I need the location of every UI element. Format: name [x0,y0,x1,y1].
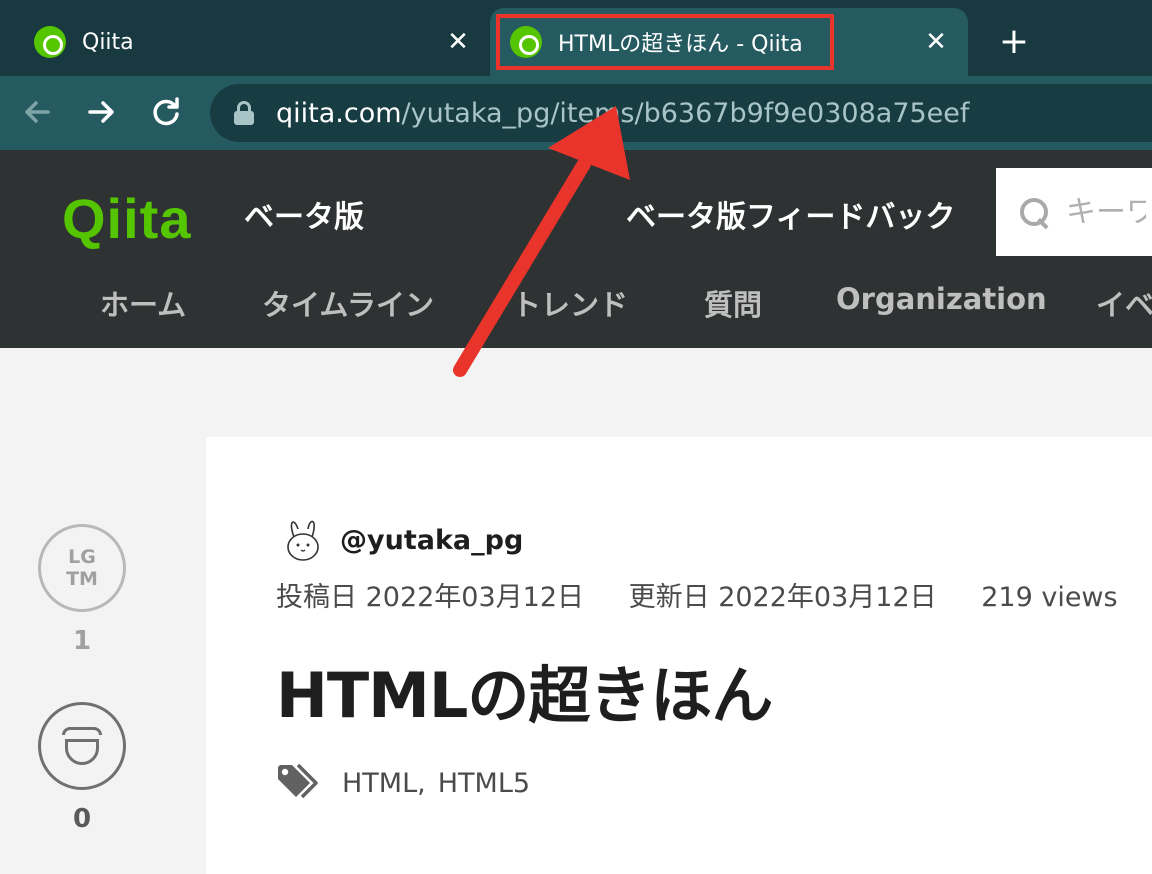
view-count: 219 views [981,582,1118,613]
qiita-logo[interactable]: Qiita [62,186,191,251]
beta-feedback-link[interactable]: ベータ版フィードバック [626,192,955,236]
nav-events[interactable]: イベ [1096,282,1152,324]
address-bar[interactable]: qiita.com/yutaka_pg/items/b6367b9f9e0308… [210,84,1152,142]
tag-list: HTML, HTML5 [276,763,530,803]
nav-trend[interactable]: トレンド [512,282,628,324]
tag-icon [276,763,324,803]
tab-close-icon[interactable]: ✕ [444,28,472,56]
stock-count: 0 [72,804,92,834]
url-host: qiita.com [276,97,402,129]
article-sidebar: LG TM 1 0 [0,348,206,874]
qiita-favicon-icon [34,26,66,58]
new-tab-icon[interactable]: + [998,22,1030,62]
qiita-header: Qiita ベータ版 ベータ版フィードバック ホーム タイムライン トレンド 質… [0,150,1152,348]
search-box[interactable] [996,168,1152,256]
author-block[interactable]: @yutaka_pg [280,517,523,563]
search-input[interactable] [1066,194,1146,230]
posted-date: 投稿日 2022年03月12日 [276,582,585,613]
url-text[interactable]: qiita.com/yutaka_pg/items/b6367b9f9e0308… [276,98,969,129]
lgtm-text-line1: LG [68,546,96,568]
lgtm-icon: LG TM [66,546,98,590]
back-arrow-icon[interactable] [18,92,58,132]
lgtm-button[interactable]: LG TM [38,524,126,612]
article-meta: 投稿日 2022年03月12日 更新日 2022年03月12日 219 view… [276,575,1152,614]
beta-label: ベータ版 [244,200,364,235]
tab-close-icon[interactable]: ✕ [922,28,950,56]
article-card: @yutaka_pg 投稿日 2022年03月12日 更新日 2022年03月1… [206,437,1152,874]
qiita-favicon-icon [510,26,542,58]
tag-separator: , [417,767,426,799]
reload-icon[interactable] [146,92,186,132]
tab-qiita[interactable]: Qiita ✕ [0,8,490,76]
updated-date: 更新日 2022年03月12日 [628,582,937,613]
browser-toolbar: qiita.com/yutaka_pg/items/b6367b9f9e0308… [0,76,1152,150]
browser-tab-bar: Qiita ✕ HTMLの超きほん - Qiita ✕ + [0,0,1152,76]
article-title: HTMLの超きほん [276,659,773,732]
nav-timeline[interactable]: タイムライン [262,282,434,324]
forward-arrow-icon[interactable] [82,92,122,132]
tab-title: HTMLの超きほん - Qiita [558,32,803,57]
stock-button[interactable] [38,702,126,790]
tab-title: Qiita [82,29,134,55]
nav-organization[interactable]: Organization [836,282,1047,316]
author-name[interactable]: @yutaka_pg [340,525,523,556]
lgtm-count: 1 [72,626,92,656]
nav-home[interactable]: ホーム [100,282,186,324]
stock-icon [62,727,102,765]
url-path: /yutaka_pg/items/b6367b9f9e0308a75eef [401,97,970,129]
lgtm-text-line2: TM [66,568,98,590]
tag-html[interactable]: HTML [342,768,417,799]
search-icon [1018,196,1050,228]
nav-questions[interactable]: 質問 [704,282,762,324]
annotation-highlight-box: HTMLの超きほん - Qiita [496,14,834,70]
lock-icon [234,101,254,125]
tag-html5[interactable]: HTML5 [438,768,530,799]
main-nav: ホーム タイムライン トレンド 質問 Organization イベ [0,282,1152,330]
tab-article[interactable]: HTMLの超きほん - Qiita ✕ [490,8,968,76]
avatar[interactable] [280,517,326,563]
